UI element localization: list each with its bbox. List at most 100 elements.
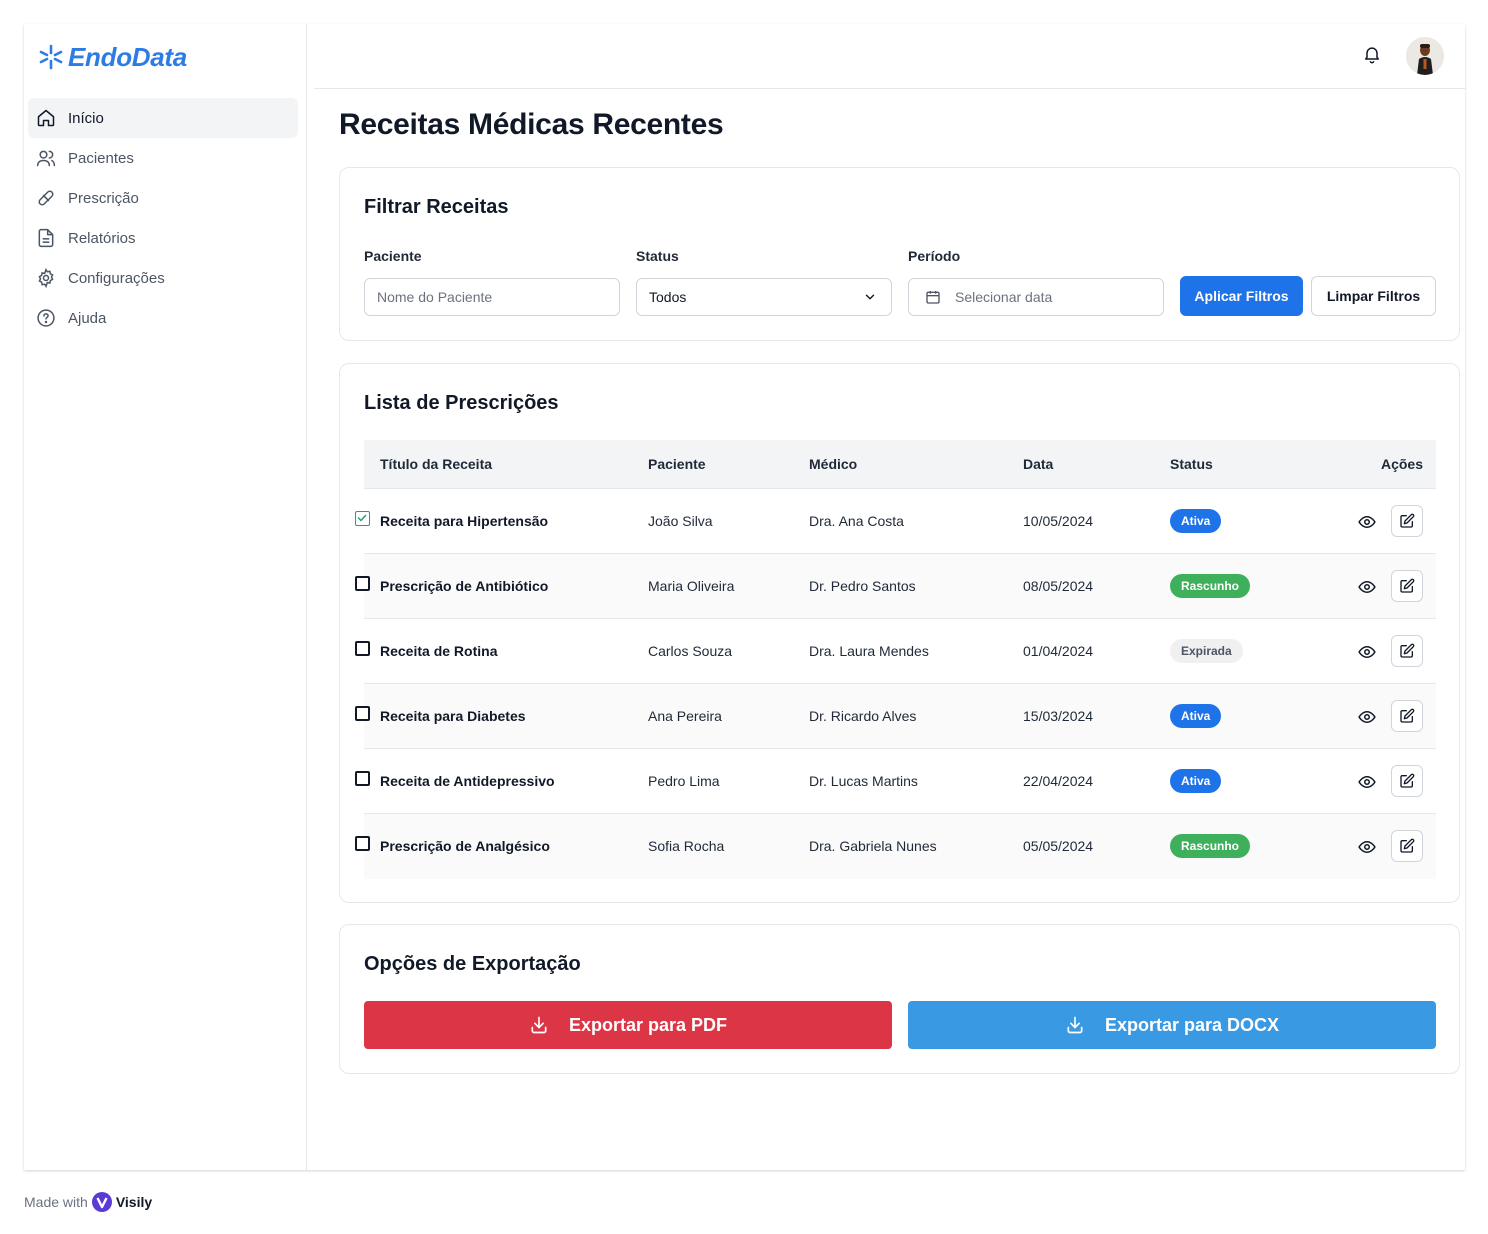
status-label: Status <box>636 248 679 264</box>
eye-icon[interactable] <box>1358 838 1376 856</box>
prescription-title[interactable]: Receita de Antidepressivo <box>380 773 555 789</box>
sidebar-item-relatorios[interactable]: Relatórios <box>28 218 298 258</box>
sidebar: EndoData Início Pacientes Prescrição Rel… <box>24 24 307 1170</box>
prescription-title[interactable]: Receita de Rotina <box>380 643 497 659</box>
patient-search-input[interactable]: Nome do Paciente <box>364 278 620 316</box>
table-row: Prescrição de Analgésico Sofia Rocha Dra. … <box>355 814 1436 879</box>
visily-logo-icon <box>91 1192 112 1212</box>
patient-label: Paciente <box>364 248 422 264</box>
table-row: Prescrição de Antibiótico Maria Oliveira D… <box>355 554 1436 619</box>
prescription-title[interactable]: Receita para Diabetes <box>380 708 526 724</box>
patient-name: Sofia Rocha <box>648 838 725 854</box>
doctor-name: Dr. Ricardo Alves <box>809 708 917 724</box>
row-checkbox[interactable] <box>355 641 370 656</box>
prescription-date: 10/05/2024 <box>1023 513 1094 529</box>
row-checkbox[interactable] <box>355 836 370 851</box>
clear-filters-button[interactable]: Limpar Filtros <box>1311 276 1436 316</box>
sidebar-item-pacientes[interactable]: Pacientes <box>28 138 298 178</box>
period-label: Período <box>908 248 961 264</box>
bell-icon[interactable] <box>1362 44 1382 64</box>
status-badge: Expirada <box>1170 639 1243 663</box>
sidebar-item-ajuda[interactable]: Ajuda <box>28 298 298 338</box>
column-header-date[interactable]: Data <box>1023 456 1053 472</box>
check-icon <box>357 514 367 522</box>
eye-icon[interactable] <box>1358 578 1376 596</box>
sidebar-item-label: Início <box>68 109 104 127</box>
edit-button[interactable] <box>1391 570 1423 602</box>
export-docx-label: Exportar para DOCX <box>1104 1014 1280 1035</box>
column-header-status[interactable]: Status <box>1170 456 1213 472</box>
sidebar-item-label: Configurações <box>68 269 165 287</box>
export-card: Opções de Exportação Exportar para PDF E… <box>339 924 1460 1074</box>
date-picker-input[interactable]: Selecionar data <box>908 278 1164 316</box>
edit-button[interactable] <box>1391 635 1423 667</box>
sidebar-item-inicio[interactable]: Início <box>28 98 298 138</box>
page-title: Receitas Médicas Recentes <box>339 108 724 141</box>
prescriptions-title: Lista de Prescrições <box>364 392 559 414</box>
eye-icon[interactable] <box>1358 643 1376 661</box>
column-header-title[interactable]: Título da Receita <box>380 456 492 472</box>
row-checkbox[interactable] <box>355 771 370 786</box>
prescription-date: 22/04/2024 <box>1023 773 1094 789</box>
avatar-image <box>1406 37 1444 75</box>
patient-name: Ana Pereira <box>648 708 722 724</box>
sidebar-item-label: Pacientes <box>68 149 134 167</box>
patient-name: Maria Oliveira <box>648 578 735 594</box>
edit-button[interactable] <box>1391 765 1423 797</box>
filter-card: Filtrar Receitas Paciente Nome do Pacien… <box>339 167 1460 341</box>
edit-button[interactable] <box>1391 700 1423 732</box>
status-select[interactable]: Todos <box>636 278 892 316</box>
doctor-name: Dra. Gabriela Nunes <box>809 838 937 854</box>
chevron-down-icon <box>865 294 875 300</box>
row-checkbox[interactable] <box>355 511 370 526</box>
table-body: Receita para Hipertensão João Silva Dra. A… <box>355 489 1436 879</box>
table-row: Receita para Diabetes Ana Pereira Dr. Rica… <box>355 684 1436 749</box>
made-with-text: Made with <box>24 1194 88 1210</box>
status-badge: Rascunho <box>1170 834 1251 858</box>
edit-icon <box>1400 773 1415 788</box>
prescriptions-card: Lista de Prescrições Título da Receita P… <box>339 363 1460 903</box>
app-name: EndoData <box>68 41 187 72</box>
eye-icon[interactable] <box>1358 773 1376 791</box>
prescription-title[interactable]: Prescrição de Antibiótico <box>380 578 548 594</box>
app-logo[interactable]: EndoData <box>38 40 187 74</box>
patient-name: Pedro Lima <box>648 773 720 789</box>
sidebar-item-label: Ajuda <box>68 309 107 327</box>
edit-button[interactable] <box>1391 830 1423 862</box>
sidebar-item-label: Relatórios <box>68 229 136 247</box>
column-header-doctor[interactable]: Médico <box>809 456 857 472</box>
eye-icon[interactable] <box>1358 708 1376 726</box>
logo-icon <box>39 44 63 70</box>
table-header: Título da Receita Paciente Médico Data S… <box>364 440 1436 489</box>
status-badge: Ativa <box>1170 509 1222 533</box>
made-with-footer[interactable]: Made with Visily <box>24 1192 152 1212</box>
status-select-value: Todos <box>649 289 687 305</box>
doctor-name: Dra. Ana Costa <box>809 513 904 529</box>
export-docx-button[interactable]: Exportar para DOCX <box>908 1001 1436 1049</box>
column-header-patient[interactable]: Paciente <box>648 456 706 472</box>
date-placeholder: Selecionar data <box>955 289 1053 305</box>
row-checkbox[interactable] <box>355 576 370 591</box>
gear-icon <box>38 268 54 288</box>
prescription-title[interactable]: Receita para Hipertensão <box>380 513 548 529</box>
edit-button[interactable] <box>1391 505 1423 537</box>
sidebar-item-configuracoes[interactable]: Configurações <box>28 258 298 298</box>
apply-filters-button[interactable]: Aplicar Filtros <box>1180 276 1303 316</box>
prescription-date: 15/03/2024 <box>1023 708 1094 724</box>
top-bar <box>314 24 1465 89</box>
sidebar-item-prescricao[interactable]: Prescrição <box>28 178 298 218</box>
row-checkbox[interactable] <box>355 706 370 721</box>
doctor-name: Dra. Laura Mendes <box>809 643 929 659</box>
visily-brand: Visily <box>115 1194 153 1210</box>
prescription-title[interactable]: Prescrição de Analgésico <box>380 838 550 854</box>
patient-name: Carlos Souza <box>648 643 733 659</box>
user-avatar[interactable] <box>1406 37 1444 75</box>
download-icon <box>531 1016 547 1034</box>
help-circle-icon <box>37 309 55 327</box>
edit-icon <box>1400 578 1415 593</box>
eye-icon[interactable] <box>1358 513 1376 531</box>
export-pdf-button[interactable]: Exportar para PDF <box>364 1001 892 1049</box>
prescription-date: 05/05/2024 <box>1023 838 1094 854</box>
status-badge: Rascunho <box>1170 574 1251 598</box>
table-row: Receita de Rotina Carlos Souza Dra. Laura … <box>355 619 1436 684</box>
